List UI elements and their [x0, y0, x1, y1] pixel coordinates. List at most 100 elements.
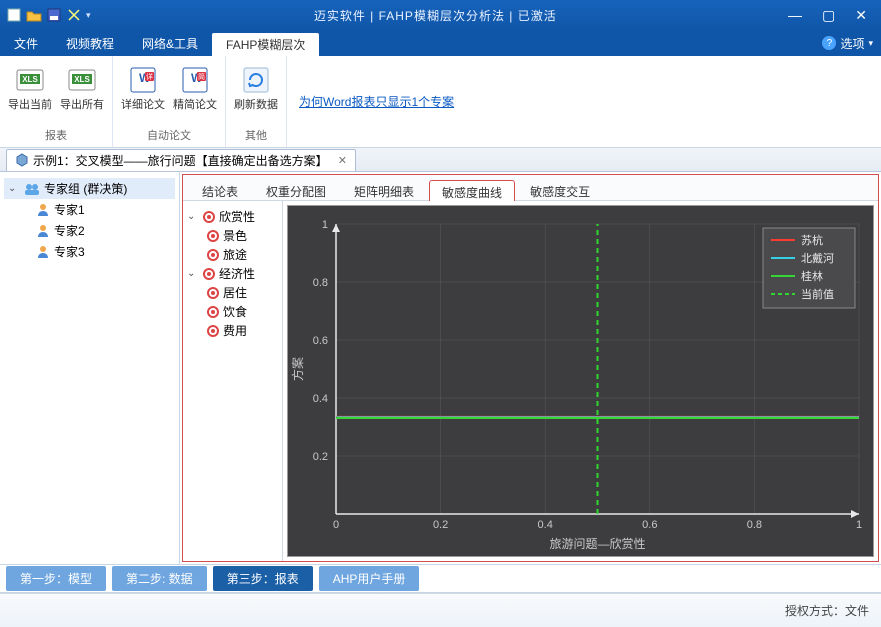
svg-text:北戴河: 北戴河: [801, 251, 834, 265]
license-status: 授权方式：文件: [785, 602, 869, 619]
expert-group-label: 专家组 (群决策): [44, 180, 127, 197]
criteria-leaf[interactable]: 旅途: [207, 245, 278, 264]
cut-icon[interactable]: [66, 7, 82, 23]
svg-text:当前值: 当前值: [801, 287, 834, 301]
ribbon-group-other: 刷新数据 其他: [226, 56, 287, 147]
menu-bar: 文件 视频教程 网络&工具 FAHP模糊层次 ? 选项 ▾: [0, 30, 881, 56]
sub-tab-bar: 结论表 权重分配图 矩阵明细表 敏感度曲线 敏感度交互: [183, 175, 878, 201]
ribbon-help-link[interactable]: 为何Word报表只显示1个专案: [287, 56, 466, 147]
document-tab[interactable]: 示例1：交叉模型——旅行问题【直接确定出备选方案】 ✕: [6, 149, 356, 171]
refresh-button[interactable]: 刷新数据: [232, 60, 280, 125]
options-dropdown-icon[interactable]: ▾: [868, 38, 873, 49]
menu-options[interactable]: 选项: [840, 35, 864, 52]
expert-node[interactable]: 专家2: [32, 220, 175, 241]
svg-text:XLS: XLS: [74, 75, 90, 84]
ribbon-group-report: XLS 导出当前 XLS 导出所有 报表: [0, 56, 113, 147]
close-button[interactable]: ✕: [855, 7, 867, 24]
step-bar: 第一步：模型 第二步: 数据 第三步：报表 AHP用户手册: [0, 565, 881, 593]
menu-file[interactable]: 文件: [0, 30, 52, 56]
target-icon: [203, 211, 215, 223]
target-icon: [203, 268, 215, 280]
word-detail-icon: W详: [127, 64, 159, 96]
svg-text:0.8: 0.8: [747, 519, 762, 531]
criteria-tree: ⌄欣赏性 景色 旅途 ⌄经济性 居住 饮食 费用: [183, 201, 283, 561]
xls-icon: XLS: [14, 64, 46, 96]
person-icon: [36, 224, 50, 238]
target-icon: [207, 325, 219, 337]
menu-net[interactable]: 网络&工具: [128, 30, 212, 56]
title-bar: ▾ 迈实软件 | FAHP模糊层次分析法 | 已激活 ― ▢ ✕: [0, 0, 881, 30]
menu-fahp[interactable]: FAHP模糊层次: [212, 33, 319, 56]
document-tab-bar: 示例1：交叉模型——旅行问题【直接确定出备选方案】 ✕: [0, 148, 881, 172]
sensitivity-chart: 00.20.40.60.810.20.40.60.81旅游问题—欣赏性方案苏杭北…: [287, 205, 874, 557]
group-icon: [24, 182, 40, 196]
svg-text:桂林: 桂林: [801, 269, 823, 283]
refresh-icon: [240, 64, 272, 96]
chart-container: 00.20.40.60.810.20.40.60.81旅游问题—欣赏性方案苏杭北…: [283, 201, 878, 561]
word-simple-icon: W简: [179, 64, 211, 96]
document-tab-label: 示例1：交叉模型——旅行问题【直接确定出备选方案】: [33, 152, 328, 169]
help-icon[interactable]: ?: [822, 36, 836, 50]
export-all-button[interactable]: XLS 导出所有: [58, 60, 106, 125]
manual-button[interactable]: AHP用户手册: [319, 566, 420, 591]
target-icon: [207, 306, 219, 318]
tab-conclusion[interactable]: 结论表: [189, 179, 251, 200]
open-icon[interactable]: [26, 7, 42, 23]
svg-text:0.4: 0.4: [538, 519, 553, 531]
svg-text:0.8: 0.8: [313, 277, 328, 289]
ribbon-group-autopaper: W详 详细论文 W简 精简论文 自动论文: [113, 56, 226, 147]
step2-button[interactable]: 第二步: 数据: [112, 566, 207, 591]
svg-text:苏杭: 苏杭: [801, 233, 823, 247]
expert-group-node[interactable]: ⌄ 专家组 (群决策): [4, 178, 175, 199]
collapse-icon[interactable]: ⌄: [187, 268, 199, 279]
person-icon: [36, 203, 50, 217]
svg-text:0.6: 0.6: [313, 335, 328, 347]
criteria-node[interactable]: ⌄经济性: [187, 264, 278, 283]
status-bar: 授权方式：文件: [0, 593, 881, 627]
window-controls: ― ▢ ✕: [774, 7, 881, 24]
svg-text:0: 0: [333, 519, 339, 531]
qat-dropdown-icon[interactable]: ▾: [86, 10, 91, 21]
criteria-leaf[interactable]: 居住: [207, 283, 278, 302]
collapse-icon[interactable]: ⌄: [8, 183, 20, 194]
criteria-leaf[interactable]: 饮食: [207, 302, 278, 321]
svg-text:旅游问题—欣赏性: 旅游问题—欣赏性: [549, 537, 645, 551]
document-tab-close[interactable]: ✕: [338, 154, 347, 167]
tab-weight[interactable]: 权重分配图: [253, 179, 339, 200]
simple-paper-button[interactable]: W简 精简论文: [171, 60, 219, 125]
svg-text:0.4: 0.4: [313, 393, 328, 405]
target-icon: [207, 249, 219, 261]
new-icon[interactable]: [6, 7, 22, 23]
content-area: ⌄ 专家组 (群决策) 专家1 专家2 专家3 结论表 权重分配图 矩阵明细表 …: [0, 172, 881, 565]
maximize-button[interactable]: ▢: [822, 7, 835, 24]
target-icon: [207, 287, 219, 299]
step1-button[interactable]: 第一步：模型: [6, 566, 106, 591]
svg-text:XLS: XLS: [22, 75, 38, 84]
window-title: 迈实软件 | FAHP模糊层次分析法 | 已激活: [97, 7, 775, 24]
export-current-button[interactable]: XLS 导出当前: [6, 60, 54, 125]
menu-video[interactable]: 视频教程: [52, 30, 128, 56]
tab-matrix[interactable]: 矩阵明细表: [341, 179, 427, 200]
collapse-icon[interactable]: ⌄: [187, 211, 199, 222]
tab-sensitivity-curve[interactable]: 敏感度曲线: [429, 180, 515, 201]
svg-text:简: 简: [198, 72, 205, 81]
criteria-node[interactable]: ⌄欣赏性: [187, 207, 278, 226]
save-icon[interactable]: [46, 7, 62, 23]
detail-paper-button[interactable]: W详 详细论文: [119, 60, 167, 125]
svg-text:方案: 方案: [290, 357, 305, 381]
cube-icon: [15, 153, 29, 167]
person-icon: [36, 245, 50, 259]
svg-text:详: 详: [146, 72, 153, 81]
ribbon: XLS 导出当前 XLS 导出所有 报表 W详 详细论文 W简 精简论文 自动论…: [0, 56, 881, 148]
expert-node[interactable]: 专家1: [32, 199, 175, 220]
minimize-button[interactable]: ―: [788, 7, 802, 24]
criteria-leaf[interactable]: 景色: [207, 226, 278, 245]
svg-text:0.2: 0.2: [433, 519, 448, 531]
xls-icon: XLS: [66, 64, 98, 96]
svg-text:1: 1: [322, 219, 328, 231]
step3-button[interactable]: 第三步：报表: [213, 566, 313, 591]
tab-sensitivity-interactive[interactable]: 敏感度交互: [517, 179, 603, 200]
expert-node[interactable]: 专家3: [32, 241, 175, 262]
criteria-leaf[interactable]: 费用: [207, 321, 278, 340]
sub-content: ⌄欣赏性 景色 旅途 ⌄经济性 居住 饮食 费用 0 0.2 0.4 0.6 0.8 1 0…: [183, 201, 878, 561]
